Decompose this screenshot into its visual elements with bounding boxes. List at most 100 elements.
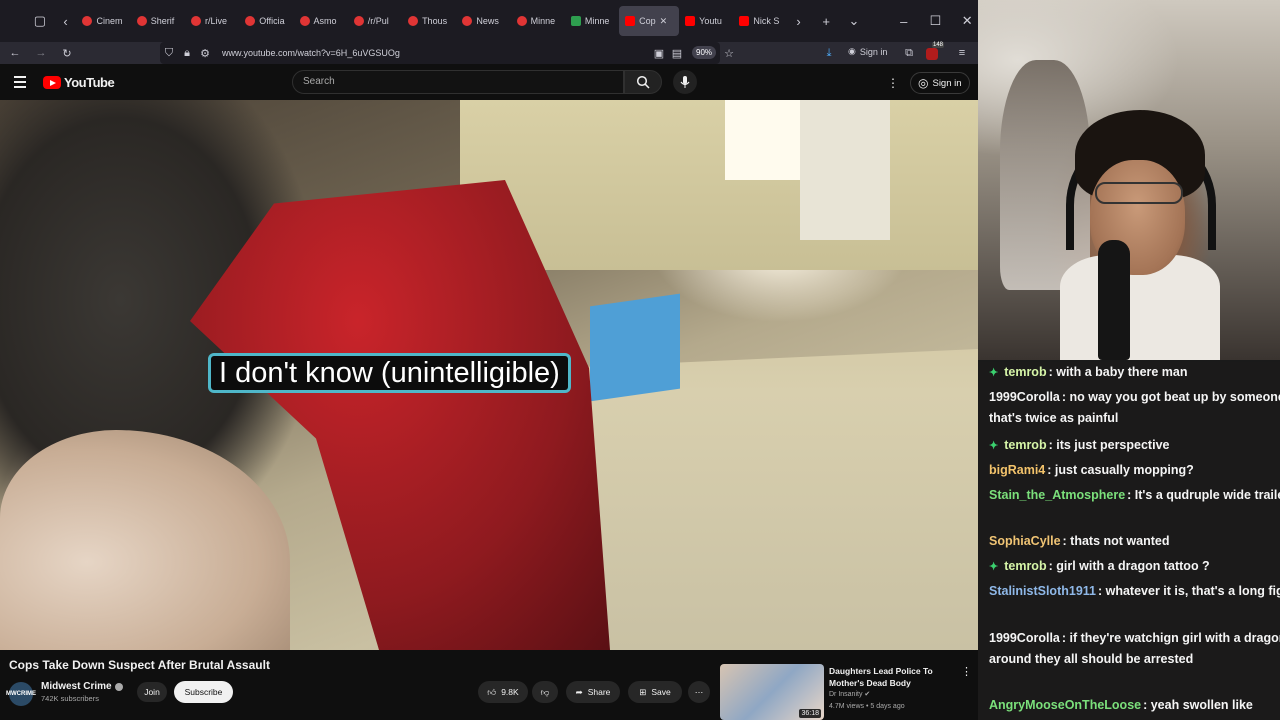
recommended-video-meta: 4.7M views • 5 days ago <box>829 703 905 710</box>
shield-icon[interactable]: ⛉ <box>160 47 178 60</box>
app-menu-icon[interactable]: ≡ <box>953 47 971 59</box>
bookmark-star-icon[interactable]: ☆ <box>720 47 738 60</box>
voice-search-button[interactable] <box>673 70 697 94</box>
verified-badge-icon: ✔ <box>864 691 871 698</box>
chat-username[interactable]: 1999Corolla <box>989 631 1060 645</box>
account-signin-label: Sign in <box>859 46 888 57</box>
tab-label: Officia <box>259 16 285 26</box>
chat-message-text: : yeah swollen like <box>1143 698 1253 712</box>
close-tab-icon[interactable]: ✕ <box>660 16 668 27</box>
channel-name[interactable]: Midwest Crime <box>41 681 123 692</box>
tab-favicon-icon <box>408 16 419 26</box>
forward-icon[interactable]: → <box>32 47 50 59</box>
chat-username[interactable]: temrob <box>1004 438 1046 452</box>
browser-tab[interactable]: Nick S <box>733 6 787 36</box>
scroll-tabs-right-icon[interactable]: › <box>788 10 810 32</box>
reader-view-icon[interactable]: ▤ <box>668 47 686 60</box>
webcam-microphone <box>1098 240 1130 360</box>
lock-icon[interactable]: 🔒︎ <box>178 47 196 60</box>
recommended-video-menu-icon[interactable]: ⋮ <box>961 665 972 678</box>
more-actions-button[interactable]: ⋯ <box>688 681 710 703</box>
chat-message-text: : with a baby there man <box>1048 365 1188 379</box>
search-input[interactable]: Search <box>292 70 624 94</box>
url-text[interactable]: www.youtube.com/watch?v=6H_6uVGSUOg <box>222 48 400 58</box>
recommended-channel-name[interactable]: Dr Insanity <box>829 691 862 698</box>
ublock-icon[interactable]: 148 <box>926 42 945 62</box>
subscriber-count: 742K subscribers <box>41 694 99 703</box>
address-bar[interactable]: ⛉ 🔒︎ ⚙ www.youtube.com/watch?v=6H_6uVGSU… <box>160 42 734 64</box>
account-signin[interactable]: ◉ Sign in <box>848 46 887 57</box>
channel-avatar-text: MWCRIME <box>6 691 36 697</box>
settings-more-icon[interactable]: ⋮ <box>887 76 899 90</box>
dislike-button[interactable]: 👎︎ <box>532 681 558 703</box>
tab-favicon-icon <box>136 16 147 26</box>
browser-tab[interactable]: r/Live <box>185 6 239 36</box>
close-window-icon[interactable]: ✕ <box>956 10 978 32</box>
maximize-icon[interactable]: ☐ <box>925 10 947 32</box>
tab-overview-icon[interactable]: ▢ <box>29 10 51 32</box>
channel-avatar[interactable]: MWCRIME <box>6 682 36 706</box>
chat-message-text: : whatever it is, that's a long fight sc… <box>1097 584 1280 598</box>
permissions-icon[interactable]: ⚙ <box>196 47 214 60</box>
extensions-icon[interactable]: ⧉ <box>900 47 918 60</box>
tab-favicon-icon <box>82 16 93 26</box>
download-icon[interactable]: ⤓ <box>820 47 838 60</box>
browser-tab[interactable]: Cop ✕ <box>619 6 680 36</box>
picture-in-picture-icon[interactable]: ▣ <box>650 47 668 60</box>
browser-tab[interactable]: Officia <box>239 6 293 36</box>
hamburger-menu-icon[interactable] <box>14 76 26 88</box>
chat-username[interactable]: 1999Corolla <box>989 390 1060 404</box>
tab-favicon-icon <box>353 16 364 26</box>
chat-badge-icon: ✦ <box>989 440 999 452</box>
zoom-level[interactable]: 90% <box>692 46 717 59</box>
browser-tab[interactable]: Sherif <box>131 6 185 36</box>
chat-username[interactable]: StalinistSloth1911 <box>989 584 1096 598</box>
new-tab-icon[interactable]: + <box>815 10 837 32</box>
join-button[interactable]: Join <box>137 682 167 702</box>
browser-tab[interactable]: Minne <box>511 6 565 36</box>
reload-icon[interactable]: ↻ <box>58 47 76 60</box>
back-icon[interactable]: ← <box>6 47 24 59</box>
chat-message: ✦ temrob: with a baby there man <box>989 362 1280 384</box>
video-scene-window <box>725 100 800 180</box>
youtube-signin-label: Sign in <box>932 77 962 89</box>
subscribe-button[interactable]: Subscribe <box>174 681 233 703</box>
browser-tab[interactable]: Minne <box>565 6 619 36</box>
minimize-icon[interactable]: – <box>893 10 915 32</box>
browser-tab[interactable]: Asmo <box>294 6 348 36</box>
chat-username[interactable]: bigRami4 <box>989 463 1045 477</box>
share-button[interactable]: ➦ Share <box>566 681 620 703</box>
chat-username[interactable]: AngryMooseOnTheLoose <box>989 698 1141 712</box>
recommended-video-title[interactable]: Daughters Lead Police To Mother's Dead B… <box>829 665 949 689</box>
browser-tab[interactable]: News <box>456 6 510 36</box>
youtube-signin-button[interactable]: ◎ Sign in <box>910 72 970 94</box>
channel-name-text[interactable]: Midwest Crime <box>41 681 112 692</box>
tab-label: Minne <box>530 16 556 26</box>
chat-username[interactable]: Stain_the_Atmosphere <box>989 488 1125 502</box>
chat-username[interactable]: SophiaCylle <box>989 534 1061 548</box>
tab-favicon-icon <box>570 16 581 26</box>
chat-message: Stain_the_Atmosphere: It's a qudruple wi… <box>989 485 1280 506</box>
account-icon: ◉ <box>848 46 856 56</box>
save-playlist-icon: ⊞ <box>639 686 647 697</box>
list-tabs-icon[interactable]: ⌄ <box>843 10 865 32</box>
save-button[interactable]: ⊞ Save <box>628 681 682 703</box>
scroll-tabs-left-icon[interactable]: ‹ <box>55 10 77 32</box>
chat-message: bigRami4: just casually mopping? <box>989 460 1280 481</box>
chat-username[interactable]: temrob <box>1004 559 1046 573</box>
browser-tab[interactable]: Youtu <box>679 6 733 36</box>
chat-message: ✦ temrob: girl with a dragon tattoo ? <box>989 556 1280 578</box>
youtube-wordmark: YouTube <box>64 75 115 90</box>
chat-username[interactable]: temrob <box>1004 365 1046 379</box>
browser-tab[interactable]: Cinem <box>76 6 130 36</box>
like-button[interactable]: 👍︎ 9.8K <box>478 681 528 703</box>
tab-favicon-icon <box>462 16 473 26</box>
recommended-video-channel[interactable]: Dr Insanity ✔ <box>829 690 870 698</box>
browser-tab[interactable]: Thous <box>402 6 456 36</box>
youtube-logo[interactable]: YouTube <box>43 75 115 90</box>
save-label: Save <box>651 687 671 697</box>
recommended-video-thumbnail[interactable]: 36:18 <box>720 664 824 720</box>
search-button[interactable] <box>624 70 662 94</box>
browser-tab[interactable]: /r/Pul <box>348 6 402 36</box>
browser-tab-bar: ▢ ‹ Cinem Sherif r/Live Officia Asmo/r/Pul Th… <box>0 0 978 42</box>
